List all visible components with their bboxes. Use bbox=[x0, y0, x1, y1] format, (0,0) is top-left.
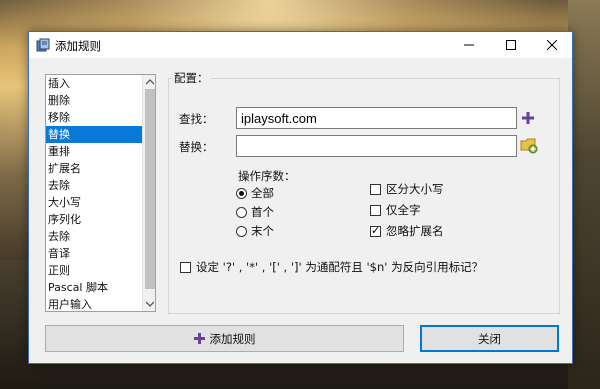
plus-icon bbox=[193, 333, 205, 344]
close-icon bbox=[547, 40, 557, 50]
list-item[interactable]: 删除 bbox=[46, 92, 142, 109]
list-item[interactable]: 重排 bbox=[46, 143, 142, 160]
wildcards-label: 设定 '?' , '*' , '[' , ']' 为通配符且 '$n' 为反向引… bbox=[196, 260, 484, 274]
whole-words-label: 仅全字 bbox=[386, 203, 421, 217]
whole-words-checkbox[interactable]: 仅全字 bbox=[370, 202, 421, 218]
replace-label: 替换： bbox=[179, 140, 214, 154]
replace-input[interactable] bbox=[236, 135, 517, 157]
minimize-icon bbox=[464, 44, 474, 46]
config-label: 配置： bbox=[172, 70, 211, 86]
list-item[interactable]: 大小写 bbox=[46, 194, 142, 211]
scroll-down-button[interactable] bbox=[143, 297, 155, 311]
radio-last[interactable]: 末个 bbox=[236, 223, 274, 239]
add-rule-button[interactable]: 添加规则 bbox=[45, 325, 404, 352]
list-item[interactable]: Pascal 脚本 bbox=[46, 279, 142, 296]
case-sensitive-label: 区分大小写 bbox=[386, 182, 444, 196]
list-item[interactable]: 序列化 bbox=[46, 211, 142, 228]
maximize-button[interactable] bbox=[491, 32, 531, 58]
radio-all[interactable]: 全部 bbox=[236, 185, 274, 201]
insert-meta-plus-icon[interactable] bbox=[522, 112, 534, 124]
add-rule-button-label: 添加规则 bbox=[209, 331, 256, 346]
case-sensitive-checkbox[interactable]: 区分大小写 bbox=[370, 181, 444, 197]
rule-type-list[interactable]: 插入 删除 移除 替换 重排 扩展名 去除 大小写 序列化 去除 音译 正则 Pascal 脚本 用户输入… bbox=[45, 74, 156, 312]
window-title: 添加规则 bbox=[55, 39, 101, 53]
insert-meta-folder-icon[interactable] bbox=[520, 136, 538, 154]
scroll-thumb[interactable] bbox=[145, 89, 155, 289]
list-item[interactable]: 替换 bbox=[46, 126, 142, 143]
list-item[interactable]: 音译 bbox=[46, 245, 142, 262]
list-item[interactable]: 去除 bbox=[46, 177, 142, 194]
chevron-down-icon bbox=[146, 301, 154, 307]
find-input[interactable] bbox=[236, 107, 517, 129]
minimize-button[interactable] bbox=[449, 32, 489, 58]
title-bar[interactable]: 添加规则 bbox=[29, 32, 572, 58]
list-item[interactable]: 移除 bbox=[46, 109, 142, 126]
occurrence-label: 操作序数： bbox=[238, 169, 296, 183]
list-item[interactable]: 去除 bbox=[46, 228, 142, 245]
app-icon bbox=[36, 38, 50, 52]
find-label: 查找： bbox=[179, 112, 214, 126]
maximize-icon bbox=[506, 40, 516, 50]
list-scrollbar[interactable] bbox=[142, 75, 155, 311]
rule-type-list-items: 插入 删除 移除 替换 重排 扩展名 去除 大小写 序列化 去除 音译 正则 Pascal 脚本 用户输入… bbox=[46, 75, 142, 311]
scroll-up-button[interactable] bbox=[143, 75, 155, 89]
radio-first-indicator bbox=[236, 206, 247, 218]
close-button[interactable]: 关闭 bbox=[420, 325, 559, 352]
chevron-up-icon bbox=[146, 79, 154, 85]
list-item[interactable]: 扩展名 bbox=[46, 160, 142, 177]
radio-last-label: 末个 bbox=[251, 224, 274, 238]
add-rule-dialog: 添加规则 插入 删除 移除 替换 重排 扩展名 去除 大小写 序列化 去除 音译 正则 Pascal 脚… bbox=[28, 31, 573, 364]
whole-words-box bbox=[370, 204, 381, 216]
list-item[interactable]: 插入 bbox=[46, 75, 142, 92]
radio-last-indicator bbox=[236, 225, 247, 237]
radio-all-label: 全部 bbox=[251, 186, 274, 200]
radio-first-label: 首个 bbox=[251, 205, 274, 219]
list-item[interactable]: 正则 bbox=[46, 262, 142, 279]
wildcards-box bbox=[180, 261, 191, 273]
skip-extension-checkbox[interactable]: 忽略扩展名 bbox=[370, 223, 444, 239]
close-window-button[interactable] bbox=[532, 32, 572, 58]
list-item[interactable]: 用户输入 bbox=[46, 296, 142, 311]
wildcards-checkbox[interactable]: 设定 '?' , '*' , '[' , ']' 为通配符且 '$n' 为反向引… bbox=[180, 259, 483, 275]
skip-extension-label: 忽略扩展名 bbox=[386, 224, 444, 238]
radio-all-indicator bbox=[236, 187, 247, 199]
radio-first[interactable]: 首个 bbox=[236, 204, 274, 220]
case-sensitive-box bbox=[370, 183, 381, 195]
skip-extension-box bbox=[370, 224, 381, 237]
close-button-label: 关闭 bbox=[478, 331, 501, 346]
